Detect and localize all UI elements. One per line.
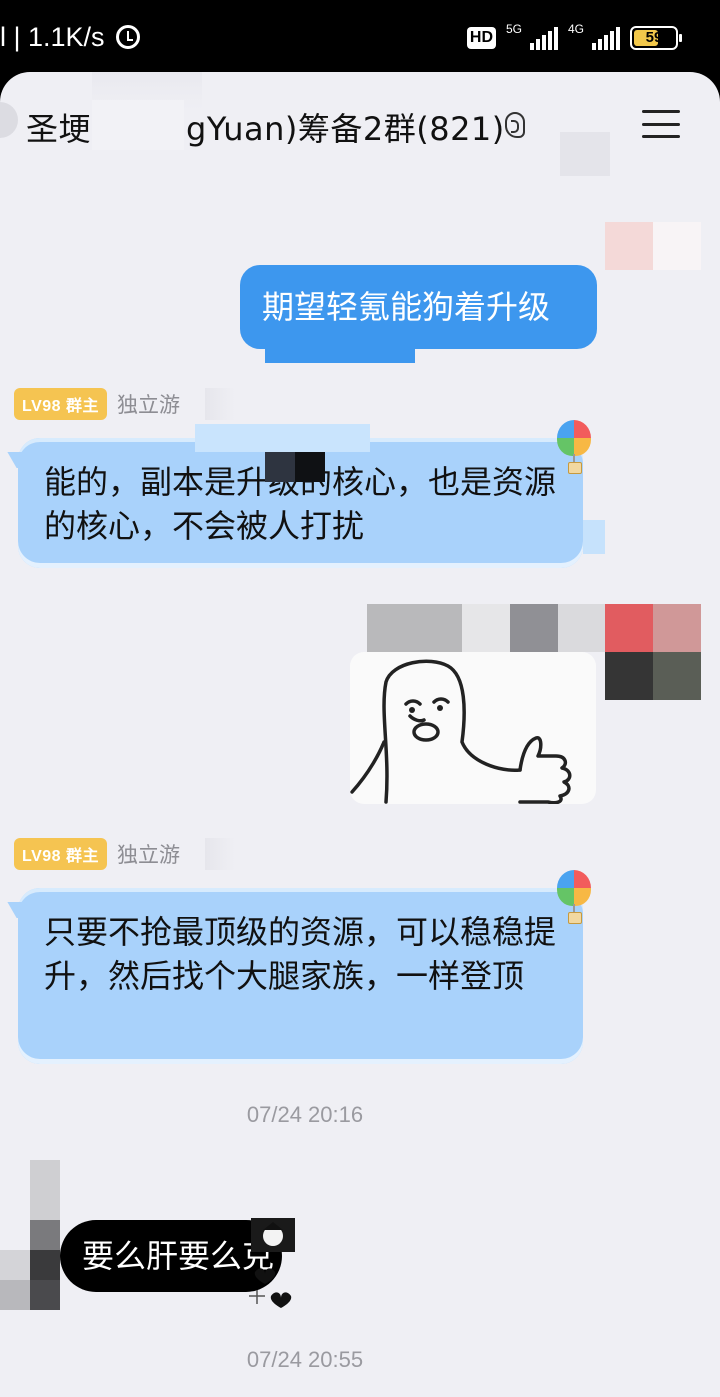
privacy-mask	[560, 132, 610, 176]
message-text: 只要不抢最顶级的资源，可以稳稳提升，然后找个大腿家族，一样登顶	[44, 913, 557, 995]
avatar-mosaic	[0, 1250, 30, 1280]
level-badge: LV98 群主	[14, 838, 108, 870]
avatar-mosaic	[653, 652, 701, 700]
incoming-message[interactable]: 只要不抢最顶级的资源，可以稳稳提升，然后找个大腿家族，一样登顶	[18, 888, 583, 1064]
signal-4g-icon: 4G	[568, 22, 620, 50]
avatar-mosaic	[30, 1250, 60, 1280]
status-bar: l | 1.1K/s HD 5G 4G 59	[0, 0, 720, 80]
hot-air-balloon-icon	[557, 870, 591, 930]
anime-avatar-decoration-icon	[249, 1218, 295, 1308]
network-speed: l | 1.1K/s	[0, 22, 141, 53]
status-indicators: HD 5G 4G 59	[466, 22, 682, 50]
battery-icon: 59	[630, 26, 682, 50]
privacy-mask	[265, 337, 415, 363]
privacy-mask	[583, 520, 605, 554]
sender-name: 独立游	[117, 843, 181, 867]
sender-info[interactable]: LV98 群主 独立游	[14, 388, 180, 420]
privacy-mask	[205, 838, 235, 870]
back-button[interactable]	[0, 102, 18, 138]
avatar-mosaic	[558, 604, 605, 652]
signal-5g-label: 5G	[506, 22, 523, 36]
avatar-mosaic	[30, 1220, 60, 1250]
earpiece-mode-icon[interactable]	[505, 112, 525, 138]
avatar-mosaic	[30, 1160, 60, 1220]
alarm-icon	[116, 25, 141, 49]
sender-info[interactable]: LV98 群主 独立游	[14, 838, 180, 870]
level-badge: LV98 群主	[14, 388, 108, 420]
avatar-mosaic	[510, 604, 558, 652]
message-text: 期望轻氪能狗着升级	[262, 288, 551, 326]
privacy-mask	[295, 452, 325, 482]
privacy-mask	[205, 388, 235, 420]
hd-voice-icon: HD	[466, 27, 496, 49]
avatar-mosaic	[367, 604, 462, 652]
avatar-mosaic	[605, 604, 653, 652]
thumbs-up-sticker[interactable]	[350, 652, 596, 804]
signal-5g-icon: 5G	[506, 22, 558, 50]
hot-air-balloon-icon	[557, 420, 591, 480]
privacy-mask	[92, 100, 184, 150]
message-timestamp: 07/24 20:55	[246, 1347, 364, 1372]
privacy-mask	[195, 424, 370, 452]
avatar-mosaic	[605, 652, 653, 700]
avatar-mosaic	[653, 604, 701, 652]
message-timestamp: 07/24 20:16	[246, 1102, 364, 1127]
thumbs-up-sticker-image	[350, 659, 572, 804]
privacy-mask	[265, 452, 295, 482]
chat-screen: 圣埂 gYuan)筹备2群(821) 期望轻氪能狗着升级 LV98 群主 独立游 …	[0, 72, 720, 1397]
menu-icon[interactable]	[642, 110, 680, 138]
avatar-mosaic	[605, 222, 653, 270]
avatar-mosaic	[462, 604, 510, 652]
network-speed-text: l | 1.1K/s	[0, 22, 105, 52]
battery-level: 59	[645, 29, 663, 46]
avatar-mosaic	[0, 1280, 30, 1310]
avatar-mosaic	[653, 222, 701, 270]
signal-4g-label: 4G	[568, 22, 585, 36]
chat-title-suffix: gYuan)筹备2群(821)	[186, 110, 505, 148]
avatar-mosaic	[30, 1280, 60, 1310]
sender-name: 独立游	[117, 393, 181, 417]
chat-title-prefix: 圣埂	[26, 110, 92, 148]
